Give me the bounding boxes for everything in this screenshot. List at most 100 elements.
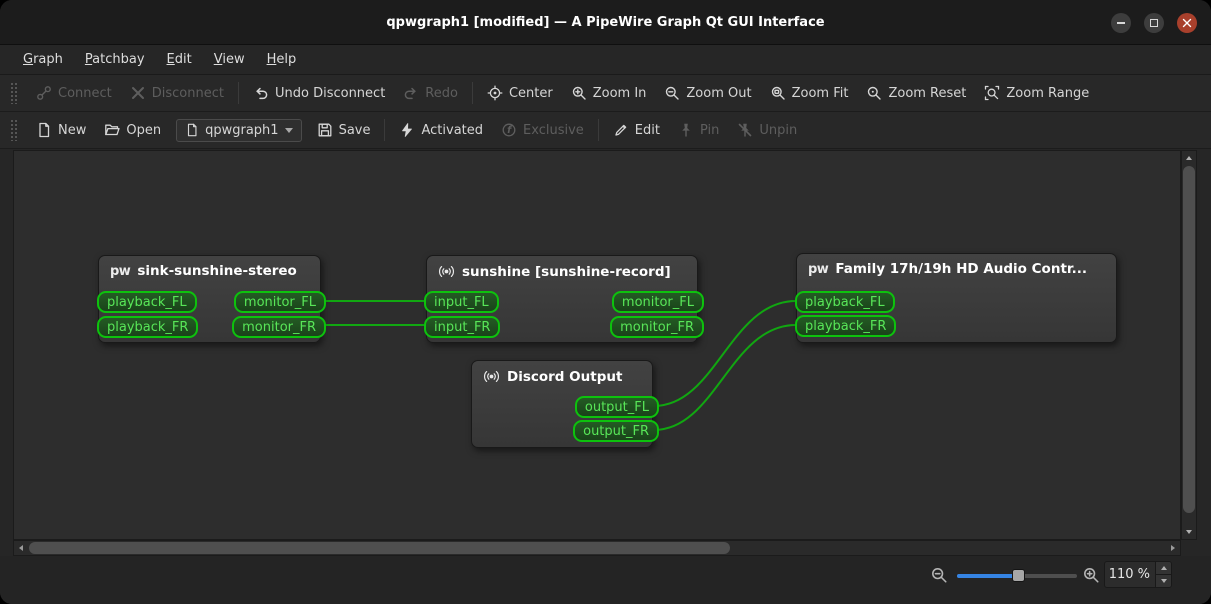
port-input[interactable]: playback_FL xyxy=(795,291,895,313)
arrow-left-icon xyxy=(19,545,23,551)
open-folder-icon xyxy=(105,124,121,136)
node-family-hd-audio[interactable]: pw Family 17h/19h HD Audio Contr... play… xyxy=(795,253,1117,343)
new-button[interactable]: New xyxy=(27,118,95,142)
toolbar-drag-handle[interactable] xyxy=(10,119,17,141)
toolbar-drag-handle[interactable] xyxy=(10,82,17,104)
toolbar-separator xyxy=(384,119,386,141)
center-icon xyxy=(487,85,503,101)
port-output[interactable]: monitor_FL xyxy=(611,291,704,313)
zoom-out-button[interactable]: Zoom Out xyxy=(655,81,760,105)
zoom-reset-button[interactable]: Zoom Reset xyxy=(857,81,975,105)
patchbay-toolbar: New Open qpwgraph1 Save Activated f Excl… xyxy=(0,112,1211,149)
save-icon xyxy=(318,123,332,137)
zoom-spin-down-button[interactable] xyxy=(1156,575,1171,587)
titlebar[interactable]: qpwgraph1 [modified] — A PipeWire Graph … xyxy=(0,0,1211,45)
app-window: qpwgraph1 [modified] — A PipeWire Graph … xyxy=(0,0,1211,604)
spin-up-icon xyxy=(1160,566,1167,570)
node-title: Discord Output xyxy=(507,368,623,385)
connections-layer xyxy=(321,299,797,431)
disconnect-button[interactable]: Disconnect xyxy=(121,81,233,105)
horizontal-scroll-thumb[interactable] xyxy=(29,542,730,554)
pin-button[interactable]: Pin xyxy=(669,118,728,142)
zoom-range-icon xyxy=(985,85,1000,101)
toolbar-separator xyxy=(471,82,473,104)
zoom-slider[interactable] xyxy=(957,568,1077,584)
statusbar-zoom-out-button[interactable] xyxy=(930,566,948,588)
maximize-icon xyxy=(1150,18,1158,27)
node-title: Family 17h/19h HD Audio Contr... xyxy=(835,261,1088,277)
port-output[interactable]: monitor_FR xyxy=(610,316,704,338)
unpin-icon xyxy=(739,123,752,137)
port-input[interactable]: playback_FL xyxy=(97,291,197,313)
port-output[interactable]: monitor_FR xyxy=(232,316,326,338)
statusbar: 110 % xyxy=(0,556,1211,604)
menu-edit[interactable]: Edit xyxy=(156,45,203,74)
new-file-icon xyxy=(39,122,50,138)
pipewire-icon: pw xyxy=(110,263,131,279)
node-discord-output[interactable]: Discord Output output_FL output_FR xyxy=(471,360,659,448)
undo-disconnect-button[interactable]: Undo Disconnect xyxy=(244,81,394,105)
vertical-scroll-thumb[interactable] xyxy=(1183,166,1195,513)
zoom-fit-button[interactable]: Zoom Fit xyxy=(761,81,858,105)
center-button[interactable]: Center xyxy=(478,81,562,105)
unpin-button[interactable]: Unpin xyxy=(728,118,806,142)
redo-icon xyxy=(404,87,417,100)
port-output[interactable]: monitor_FL xyxy=(233,291,326,313)
scroll-right-button[interactable] xyxy=(1166,541,1180,555)
disconnect-icon xyxy=(131,87,144,99)
port-output[interactable]: output_FR xyxy=(573,420,659,442)
horizontal-scrollbar[interactable] xyxy=(13,540,1181,556)
port-input[interactable]: input_FL xyxy=(424,291,499,313)
zoom-reset-icon xyxy=(868,86,882,100)
menu-graph[interactable]: Graph xyxy=(12,45,74,74)
zoom-slider-handle[interactable] xyxy=(1012,569,1025,582)
zoom-out-icon xyxy=(666,86,680,100)
node-sunshine-record[interactable]: sunshine [sunshine-record] input_FL inpu… xyxy=(424,255,704,343)
connect-button[interactable]: Connect xyxy=(27,81,121,105)
statusbar-zoom-in-button[interactable] xyxy=(1082,566,1100,588)
graph-toolbar: Connect Disconnect Undo Disconnect Redo … xyxy=(0,75,1211,112)
exclusive-icon: f xyxy=(502,123,516,137)
activated-button[interactable]: Activated xyxy=(390,118,492,142)
port-output[interactable]: output_FL xyxy=(574,396,659,418)
lightning-icon xyxy=(402,123,413,137)
edit-button[interactable]: Edit xyxy=(604,118,669,142)
graph-canvas[interactable]: pw sink-sunshine-stereo playback_FL play… xyxy=(13,150,1181,540)
menu-patchbay[interactable]: Patchbay xyxy=(74,45,156,74)
arrow-down-icon xyxy=(1186,530,1192,534)
zoom-in-small-icon xyxy=(1084,568,1099,583)
menu-view[interactable]: View xyxy=(203,45,256,74)
port-input[interactable]: playback_FR xyxy=(795,315,897,337)
arrow-up-icon xyxy=(1186,156,1192,160)
scroll-down-button[interactable] xyxy=(1182,525,1196,539)
patchbay-file-icon xyxy=(188,123,197,137)
maximize-button[interactable] xyxy=(1144,12,1164,33)
zoom-percent-spinbox[interactable]: 110 % xyxy=(1104,561,1172,588)
port-input[interactable]: input_FR xyxy=(424,316,501,338)
patchbay-selector[interactable]: qpwgraph1 xyxy=(176,118,302,142)
node-title: sink-sunshine-stereo xyxy=(137,263,297,279)
scroll-up-button[interactable] xyxy=(1182,151,1196,165)
zoom-in-button[interactable]: Zoom In xyxy=(562,81,656,105)
save-button[interactable]: Save xyxy=(308,118,380,142)
close-button[interactable] xyxy=(1177,12,1197,33)
scrollbar-corner xyxy=(1181,540,1197,556)
zoom-range-button[interactable]: Zoom Range xyxy=(975,81,1098,105)
patchbay-selector-value: qpwgraph1 xyxy=(205,122,279,138)
minimize-button[interactable] xyxy=(1111,12,1131,33)
open-button[interactable]: Open xyxy=(95,118,170,142)
redo-button[interactable]: Redo xyxy=(394,81,467,105)
zoom-slider-fill xyxy=(957,574,1015,578)
port-input[interactable]: playback_FR xyxy=(97,316,199,338)
node-sink-sunshine-stereo[interactable]: pw sink-sunshine-stereo playback_FL play… xyxy=(97,255,326,343)
pencil-icon xyxy=(615,124,627,136)
menu-help[interactable]: Help xyxy=(256,45,308,74)
vertical-scrollbar[interactable] xyxy=(1181,150,1197,540)
zoom-spin-up-button[interactable] xyxy=(1156,562,1171,575)
chevron-down-icon xyxy=(284,127,293,133)
scroll-left-button[interactable] xyxy=(14,541,28,555)
minimize-icon xyxy=(1117,21,1125,24)
close-icon xyxy=(1182,18,1192,27)
toolbar-separator xyxy=(237,82,239,104)
exclusive-button[interactable]: f Exclusive xyxy=(492,118,593,142)
